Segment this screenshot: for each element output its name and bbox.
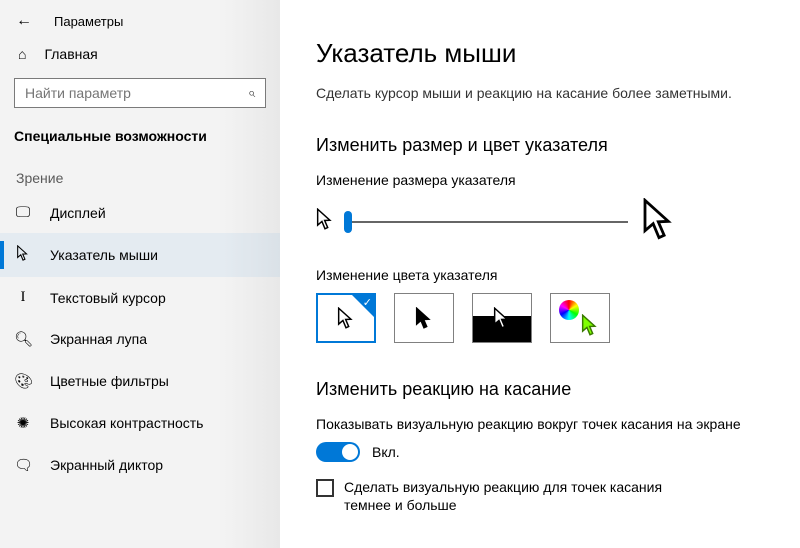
- back-arrow-icon[interactable]: ←: [16, 12, 32, 30]
- toggle-state-label: Вкл.: [372, 444, 400, 460]
- display-icon: 🖵: [14, 204, 32, 221]
- nav-label: Дисплей: [50, 205, 106, 221]
- pointer-color-black[interactable]: [394, 293, 454, 343]
- color-wheel-icon: [559, 300, 579, 320]
- pointer-size-slider-row: [316, 198, 770, 245]
- header-title: Параметры: [54, 14, 123, 29]
- nav-narrator[interactable]: 🗨︎ Экранный диктор: [0, 444, 280, 486]
- nav-label: Экранный диктор: [50, 457, 163, 473]
- darker-larger-checkbox-row: Сделать визуальную реакцию для точек кас…: [316, 478, 770, 514]
- nav-color-filters[interactable]: 🎨︎ Цветные фильтры: [0, 360, 280, 402]
- main-content: Указатель мыши Сделать курсор мыши и реа…: [280, 0, 800, 548]
- check-icon: ✓: [363, 296, 372, 309]
- group-vision: Зрение: [0, 158, 280, 192]
- touch-desc: Показывать визуальную реакцию вокруг точ…: [316, 416, 770, 432]
- page-subtitle: Сделать курсор мыши и реакцию на касание…: [316, 85, 770, 101]
- home-label: Главная: [44, 46, 97, 62]
- nav-label: Цветные фильтры: [50, 373, 169, 389]
- touch-feedback-toggle-row: Вкл.: [316, 442, 770, 462]
- darker-larger-checkbox[interactable]: [316, 479, 334, 497]
- touch-feedback-toggle[interactable]: [316, 442, 360, 462]
- header: ← Параметры: [0, 0, 280, 34]
- pointer-size-slider[interactable]: [348, 211, 628, 233]
- palette-icon: 🎨︎: [14, 372, 32, 390]
- slider-thumb[interactable]: [344, 211, 352, 233]
- magnifier-icon: 🔍︎: [14, 330, 32, 348]
- contrast-icon: ✺: [14, 414, 32, 432]
- search-input[interactable]: [25, 85, 225, 101]
- size-label: Изменение размера указателя: [316, 172, 770, 188]
- nav-text-cursor[interactable]: I Текстовый курсор: [0, 277, 280, 318]
- pointer-color-custom[interactable]: [550, 293, 610, 343]
- sidebar: ← Параметры ⌂ Главная ⌕ Специальные возм…: [0, 0, 280, 548]
- color-label: Изменение цвета указателя: [316, 267, 770, 283]
- nav-high-contrast[interactable]: ✺ Высокая контрастность: [0, 402, 280, 444]
- darker-larger-label: Сделать визуальную реакцию для точек кас…: [344, 478, 704, 514]
- nav-mouse-pointer[interactable]: Указатель мыши: [0, 233, 280, 277]
- text-cursor-icon: I: [14, 289, 32, 306]
- nav-label: Экранная лупа: [50, 331, 147, 347]
- nav-label: Указатель мыши: [50, 247, 158, 263]
- section-size-color: Изменить размер и цвет указателя: [316, 135, 770, 156]
- section-label: Специальные возможности: [0, 122, 280, 158]
- large-cursor-icon: [642, 198, 676, 245]
- pointer-color-inverted[interactable]: [472, 293, 532, 343]
- home-icon: ⌂: [18, 46, 26, 62]
- pointer-color-options: ✓: [316, 293, 770, 343]
- nav-label: Текстовый курсор: [50, 290, 166, 306]
- search-icon: ⌕: [248, 85, 255, 101]
- nav-label: Высокая контрастность: [50, 415, 203, 431]
- search-input-container[interactable]: ⌕: [14, 78, 266, 108]
- nav-magnifier[interactable]: 🔍︎ Экранная лупа: [0, 318, 280, 360]
- page-title: Указатель мыши: [316, 38, 770, 69]
- nav-display[interactable]: 🖵 Дисплей: [0, 192, 280, 233]
- narrator-icon: 🗨︎: [14, 456, 32, 474]
- small-cursor-icon: [316, 208, 334, 235]
- section-touch: Изменить реакцию на касание: [316, 379, 770, 400]
- home-button[interactable]: ⌂ Главная: [0, 34, 280, 70]
- pointer-color-white[interactable]: ✓: [316, 293, 376, 343]
- cursor-icon: [14, 245, 32, 265]
